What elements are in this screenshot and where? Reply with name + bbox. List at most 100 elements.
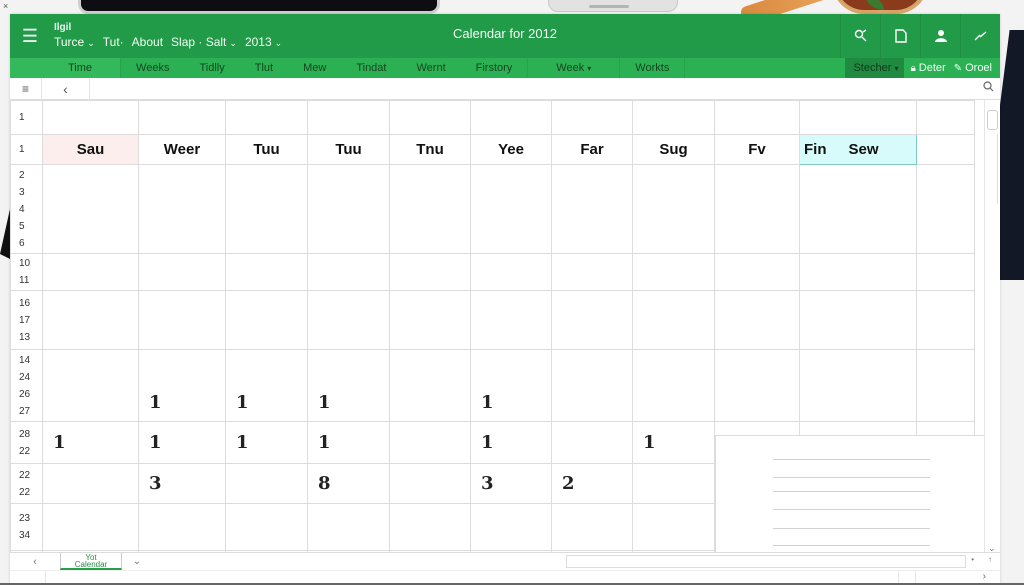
day-cell[interactable] <box>632 290 715 350</box>
grid-cell[interactable] <box>225 100 308 135</box>
menu-year[interactable]: 2013 ⌄ <box>245 35 282 49</box>
day-cell[interactable]: 1 <box>42 421 139 464</box>
day-header[interactable]: Fv <box>714 134 800 165</box>
grid-cell[interactable] <box>799 349 917 422</box>
vertical-scrollbar[interactable]: ⌄ <box>984 100 1000 554</box>
search-dropdown[interactable]: Stecher ▾ <box>845 58 905 78</box>
sheet-tab-calendar[interactable]: Yot Calendar <box>60 553 122 570</box>
day-cell[interactable]: 1 <box>470 349 552 422</box>
edit-icon[interactable] <box>960 14 1000 58</box>
day-cell[interactable] <box>632 349 715 422</box>
day-header[interactable]: Tuu <box>307 134 390 165</box>
day-cell[interactable] <box>389 164 471 254</box>
day-cell[interactable]: 1 <box>470 421 552 464</box>
day-cell[interactable] <box>551 503 633 551</box>
grid-cell[interactable] <box>799 100 917 135</box>
day-cell[interactable] <box>389 421 471 464</box>
tab-wernt[interactable]: Wernt <box>401 58 460 78</box>
day-cell[interactable] <box>138 290 226 350</box>
deter-button[interactable]: 🔒︎ Deter <box>910 62 945 74</box>
day-header[interactable]: Far <box>551 134 633 165</box>
grid-cell[interactable] <box>799 253 917 291</box>
scroll-up-icon[interactable]: ↑ <box>988 555 992 564</box>
day-cell[interactable] <box>225 290 308 350</box>
day-cell[interactable] <box>389 290 471 350</box>
day-cell[interactable] <box>551 290 633 350</box>
day-cell[interactable] <box>307 164 390 254</box>
grid-cell[interactable] <box>632 100 715 135</box>
day-cell[interactable] <box>138 503 226 551</box>
day-cell[interactable] <box>389 463 471 504</box>
grid-cell[interactable] <box>916 100 975 135</box>
day-cell[interactable]: 3 <box>470 463 552 504</box>
day-cell[interactable]: 1 <box>225 421 308 464</box>
day-cell[interactable]: 1 <box>138 349 226 422</box>
grid-cell[interactable] <box>799 290 917 350</box>
day-cell[interactable] <box>389 349 471 422</box>
next-icon[interactable]: › <box>983 571 986 582</box>
horizontal-scrollbar[interactable] <box>566 555 966 568</box>
day-cell[interactable] <box>632 503 715 551</box>
prev-sheet-icon[interactable]: ‹ <box>10 556 60 568</box>
day-cell[interactable]: 1 <box>138 421 226 464</box>
grid-cell[interactable] <box>389 100 471 135</box>
day-cell[interactable] <box>307 253 390 291</box>
day-header[interactable]: Tnu <box>389 134 471 165</box>
oroel-button[interactable]: ✎ Oroel <box>954 62 992 74</box>
day-cell[interactable] <box>551 253 633 291</box>
day-cell[interactable] <box>225 253 308 291</box>
grid-cell[interactable] <box>138 100 226 135</box>
day-cell[interactable] <box>470 503 552 551</box>
day-header[interactable]: Sau <box>42 134 139 165</box>
menu-slap-salt[interactable]: Slap · Salt ⌄ <box>171 35 237 49</box>
day-header[interactable]: Sug <box>632 134 715 165</box>
day-cell[interactable] <box>551 164 633 254</box>
day-cell[interactable] <box>42 164 139 254</box>
day-cell[interactable] <box>225 463 308 504</box>
back-chevron-icon[interactable]: ‹ <box>42 77 90 100</box>
day-cell[interactable] <box>138 253 226 291</box>
day-cell[interactable] <box>138 164 226 254</box>
grid-cell[interactable] <box>916 349 975 422</box>
day-cell[interactable] <box>225 164 308 254</box>
day-cell[interactable] <box>714 349 800 422</box>
day-cell[interactable]: 1 <box>632 421 715 464</box>
menu-about[interactable]: About <box>132 35 163 49</box>
grid-cell[interactable] <box>42 100 139 135</box>
day-cell[interactable] <box>551 349 633 422</box>
more-sheets-icon[interactable]: ⌄ <box>122 556 152 567</box>
hamburger-icon[interactable]: ☰ <box>10 14 50 58</box>
day-cell[interactable]: 1 <box>225 349 308 422</box>
share-icon[interactable] <box>840 14 880 58</box>
day-cell[interactable] <box>714 290 800 350</box>
day-cell[interactable] <box>307 290 390 350</box>
grid-cell[interactable] <box>916 164 975 254</box>
tab-mew[interactable]: Mew <box>288 58 341 78</box>
list-menu-icon[interactable]: ≡ <box>10 77 42 100</box>
notes-area[interactable] <box>715 435 984 554</box>
tab-tidlly[interactable]: Tidlly <box>184 58 239 78</box>
tab-tindat[interactable]: Tindat <box>341 58 401 78</box>
grid-cell[interactable] <box>714 100 800 135</box>
selected-header-cell[interactable]: Fin Sew <box>799 134 917 165</box>
day-cell[interactable] <box>632 253 715 291</box>
tab-time[interactable]: Time <box>10 58 122 78</box>
day-cell[interactable] <box>470 164 552 254</box>
day-cell[interactable] <box>42 463 139 504</box>
day-cell[interactable] <box>551 421 633 464</box>
day-cell[interactable]: 3 <box>138 463 226 504</box>
close-icon[interactable]: × <box>3 1 8 11</box>
grid-cell[interactable] <box>916 134 975 165</box>
day-cell[interactable] <box>632 463 715 504</box>
grid-cell[interactable] <box>799 164 917 254</box>
tab-works[interactable]: Workts <box>620 58 684 78</box>
day-cell[interactable] <box>42 503 139 551</box>
day-cell[interactable] <box>632 164 715 254</box>
day-cell[interactable] <box>42 290 139 350</box>
day-cell[interactable]: 2 <box>551 463 633 504</box>
user-icon[interactable] <box>920 14 960 58</box>
day-cell[interactable] <box>714 253 800 291</box>
day-cell[interactable] <box>714 164 800 254</box>
tab-tlut[interactable]: Tlut <box>240 58 288 78</box>
grid-cell[interactable] <box>916 290 975 350</box>
